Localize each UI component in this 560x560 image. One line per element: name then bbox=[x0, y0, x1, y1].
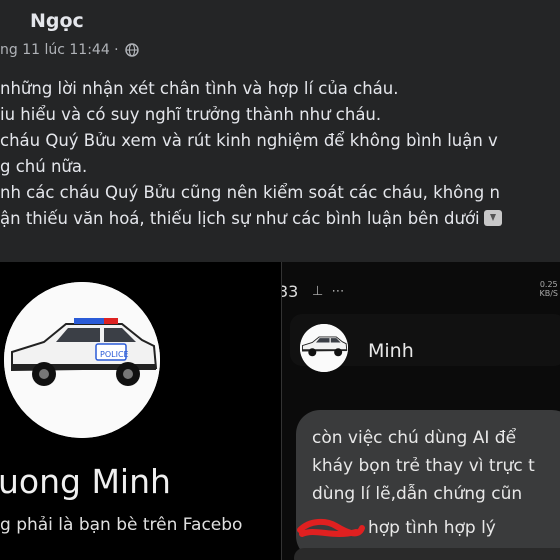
post-text: những lời nhận xét chân tình và hợp lí c… bbox=[0, 76, 560, 232]
post-meta: ng 11 lúc 11:44 · bbox=[0, 42, 139, 58]
post-author[interactable]: Ngọc bbox=[30, 10, 84, 32]
message-line: còn việc chú dùng AI để bbox=[312, 428, 517, 448]
status-icons: ⊥ ⋯ bbox=[312, 284, 347, 299]
phone-status-bar: 33 ⊥ ⋯ 0.25 KB/S bbox=[282, 262, 560, 302]
post-header: Ngọc ng 11 lúc 11:44 · bbox=[0, 0, 560, 70]
messenger-screenshot: 33 ⊥ ⋯ 0.25 KB/S Minh còn việc chú dùng … bbox=[282, 262, 560, 560]
message-line: dùng lí lẽ,dẫn chứng cũn bbox=[312, 484, 523, 504]
police-car-avatar-icon: POLICE bbox=[4, 282, 160, 438]
message-line: hợp tình hợp lý bbox=[368, 518, 496, 538]
police-car-avatar-icon[interactable] bbox=[300, 324, 348, 372]
police-car-drawing: POLICE bbox=[4, 282, 160, 438]
post-line: iu hiểu và có suy nghĩ trưởng thành như … bbox=[0, 105, 382, 124]
post-line-text: ận thiếu văn hoá, thiếu lịch sự như các … bbox=[0, 209, 480, 228]
post-line-last: ận thiếu văn hoá, thiếu lịch sự như các … bbox=[0, 206, 560, 232]
chat-contact-name[interactable]: Minh bbox=[368, 340, 414, 362]
post-line: nh các cháu Quý Bửu cũng nên kiểm soát c… bbox=[0, 183, 500, 202]
profile-screenshot: POLICE uong Minh g phải là bạn bè trên F… bbox=[0, 262, 282, 560]
net-speed-unit: KB/S bbox=[539, 289, 558, 298]
next-message-card bbox=[294, 548, 560, 560]
post-line: những lời nhận xét chân tình và hợp lí c… bbox=[0, 79, 399, 98]
police-car-drawing-small bbox=[300, 324, 348, 372]
globe-icon bbox=[124, 43, 139, 57]
message-line: kháy bọn trẻ thay vì trực t bbox=[312, 456, 535, 476]
down-arrow-emoji-icon bbox=[483, 210, 502, 226]
friend-status-note: g phải là bạn bè trên Facebo bbox=[0, 515, 243, 535]
network-speed: 0.25 KB/S bbox=[539, 280, 558, 298]
post-timestamp[interactable]: ng 11 lúc 11:44 · bbox=[0, 42, 119, 58]
post-line: g chú nữa. bbox=[0, 157, 88, 176]
police-label: POLICE bbox=[100, 350, 129, 359]
profile-name[interactable]: uong Minh bbox=[0, 462, 171, 501]
red-scribble-redaction bbox=[297, 518, 365, 537]
status-time: 33 bbox=[282, 282, 299, 301]
post-line: cháu Quý Bửu xem và rút kinh nghiệm để k… bbox=[0, 131, 498, 150]
net-speed-value: 0.25 bbox=[539, 280, 558, 289]
